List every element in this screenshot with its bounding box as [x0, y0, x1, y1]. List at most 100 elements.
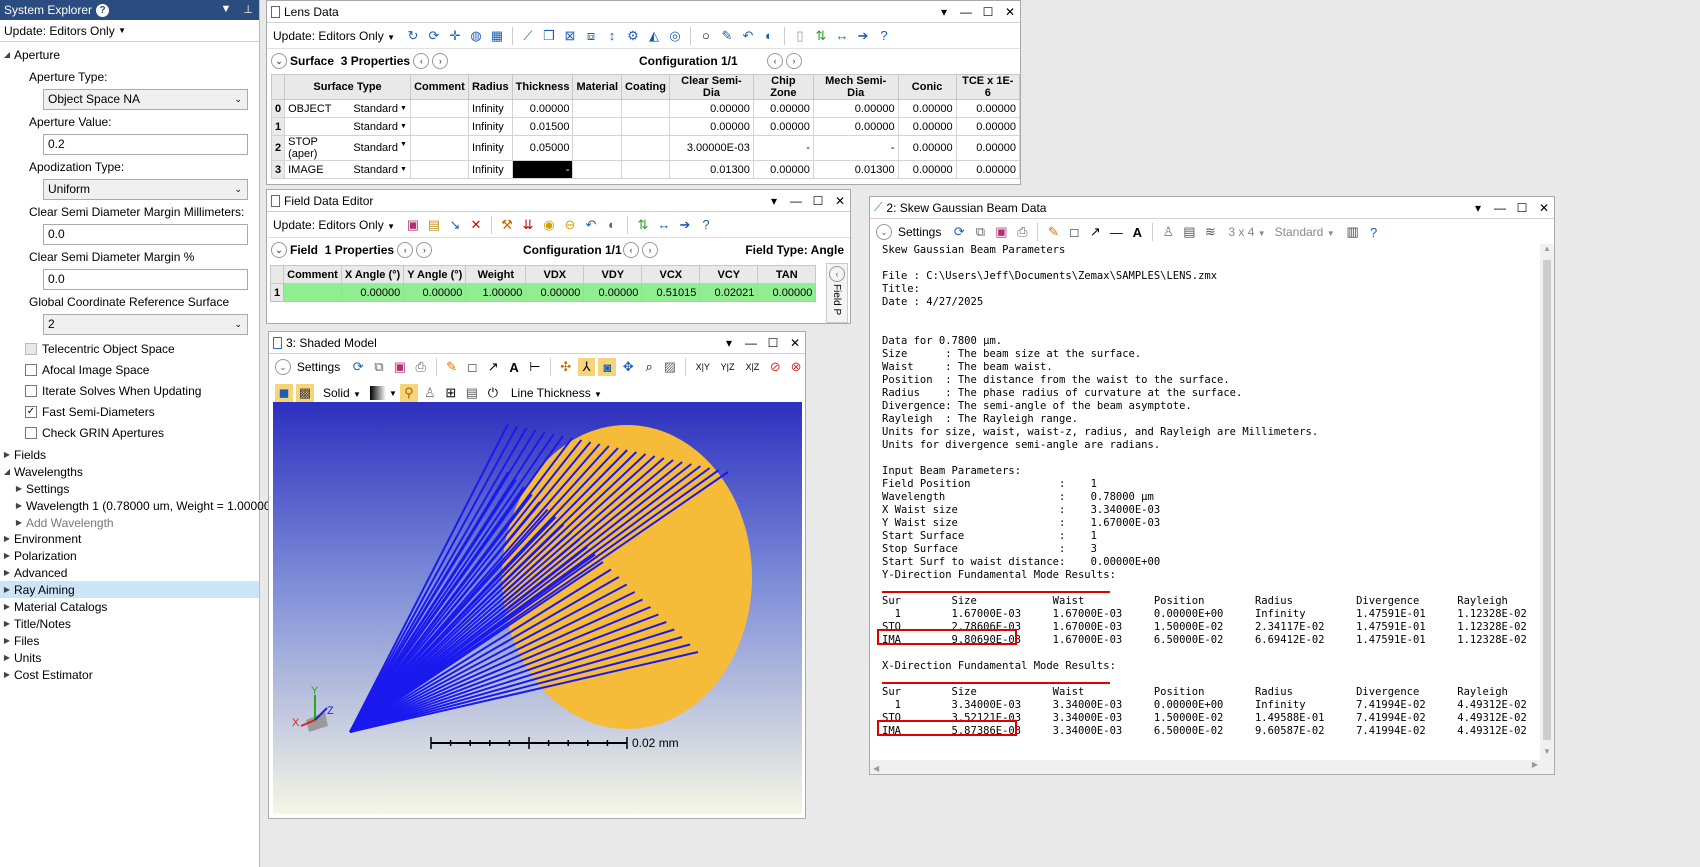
gcrs-select[interactable]: 2 ⌄ — [43, 314, 248, 335]
dropdown-icon[interactable]: ▼ — [400, 123, 407, 130]
table-cell[interactable]: 0.00000 — [583, 283, 643, 302]
chevron-right-icon[interactable]: › — [432, 53, 449, 69]
solid-dropdown[interactable]: Solid ▼ — [323, 386, 361, 400]
table-cell[interactable]: OBJECT — [284, 99, 351, 118]
scroll-up-icon[interactable]: ▲ — [1540, 244, 1554, 253]
shaded-settings-button[interactable]: Settings — [297, 360, 340, 374]
reset-icon[interactable]: ⊘ — [766, 358, 784, 376]
column-header[interactable]: Weight — [465, 265, 527, 284]
rotate-icon[interactable]: ✣ — [557, 358, 575, 376]
table-cell[interactable]: 0.00000 — [757, 283, 817, 302]
solid-shape-icon[interactable]: ▩ — [296, 384, 314, 402]
chevron-left-icon[interactable]: ‹ — [413, 53, 430, 69]
dimension-icon[interactable]: ⊢ — [526, 358, 544, 376]
maximize-icon[interactable]: ☐ — [982, 5, 994, 19]
fast-semi-diameters-checkbox[interactable]: ✓ Fast Semi-Diameters — [25, 405, 155, 419]
table-cell[interactable] — [621, 160, 670, 179]
chevron-right-icon[interactable]: › — [416, 242, 433, 258]
scroll-down-icon[interactable]: ▼ — [1540, 747, 1554, 756]
dropdown-icon[interactable]: ▼ — [221, 3, 232, 16]
pin-icon[interactable]: ⊥ — [243, 3, 253, 16]
table-cell[interactable]: 0.00000 — [669, 99, 754, 118]
table-cell[interactable]: 1 — [269, 283, 285, 302]
save-icon[interactable]: ▣ — [992, 223, 1010, 241]
reload-icon[interactable]: ↻ — [404, 27, 422, 45]
arrows-icon[interactable]: ↔ — [833, 27, 851, 45]
model-viewport[interactable]: Y X Z 0.02 mm — [273, 402, 802, 814]
swap-icon[interactable]: ⇅ — [634, 216, 652, 234]
minus-circle-icon[interactable]: ⊖ — [561, 216, 579, 234]
dropdown-icon[interactable]: ▼ — [400, 141, 407, 148]
column-header[interactable]: Comment — [283, 265, 342, 284]
table-cell[interactable]: 2 — [270, 135, 286, 161]
maximize-icon[interactable]: ☐ — [812, 194, 824, 208]
table-row[interactable]: 3 IMAGE Standard ▼ Infinity -0.01300 0.00000 0.… — [270, 160, 1021, 179]
chevron-down-icon[interactable]: ⌄ — [271, 53, 287, 69]
line-icon[interactable]: ↗ — [484, 358, 502, 376]
scroll-left-icon[interactable]: ◀ — [873, 764, 879, 773]
copy-icon[interactable]: ⧉ — [370, 358, 388, 376]
save-icon[interactable]: ▣ — [404, 216, 422, 234]
table-cell[interactable] — [621, 135, 670, 161]
maximize-icon[interactable]: ☐ — [767, 336, 779, 350]
help-icon[interactable]: ? — [875, 27, 893, 45]
column-header[interactable]: Coating — [621, 74, 670, 100]
column-header[interactable]: Y Angle (°) — [403, 265, 467, 284]
dropdown-icon[interactable]: ▾ — [768, 194, 780, 208]
open-icon[interactable]: ▤ — [425, 216, 443, 234]
scroll-thumb[interactable] — [1543, 260, 1551, 740]
rectangle-icon[interactable]: □ — [1065, 223, 1083, 241]
scroll-right-icon[interactable]: ▶ — [1532, 760, 1538, 769]
save-icon[interactable]: ▣ — [391, 358, 409, 376]
display-icon[interactable]: ▤ — [463, 384, 481, 402]
table-cell[interactable]: 0.00000 — [812, 117, 899, 136]
table-cell[interactable]: 0.00000 — [403, 283, 467, 302]
gaussian-settings-button[interactable]: Settings — [898, 225, 941, 239]
circle-icon[interactable]: ○ — [697, 27, 715, 45]
afocal-checkbox[interactable]: Afocal Image Space — [25, 363, 149, 377]
chevron-left-icon[interactable]: ‹ — [829, 266, 845, 282]
axis-arrows-icon[interactable]: ↕ — [603, 27, 621, 45]
pencil-icon[interactable]: ✎ — [443, 358, 461, 376]
table-cell[interactable]: Standard ▼ — [350, 135, 411, 161]
hline-icon[interactable]: — — [1107, 223, 1125, 241]
table-cell[interactable]: 0.00000 — [812, 99, 899, 118]
standard-dropdown[interactable]: Standard ▼ — [1275, 225, 1335, 239]
arrows-icon[interactable]: ↔ — [655, 216, 673, 234]
table-row[interactable]: 0 OBJECT Standard ▼ Infinity 0.00000 0.00000 0.… — [270, 99, 1021, 118]
table-cell[interactable]: 0.00000 — [669, 117, 754, 136]
solid-cube-icon[interactable]: ◼ — [275, 384, 293, 402]
tree-item[interactable]: ▶ Environment — [0, 530, 259, 547]
table-cell[interactable]: 0.00000 — [897, 117, 957, 136]
tree-item[interactable]: ▶ Units — [0, 649, 259, 666]
refresh-icon[interactable]: ⟳ — [950, 223, 968, 241]
line-icon[interactable]: ↗ — [1086, 223, 1104, 241]
table-cell[interactable] — [621, 99, 670, 118]
column-header[interactable]: Surface Type — [284, 74, 411, 100]
dropdown-icon[interactable]: ▾ — [723, 336, 735, 350]
view-xy-icon[interactable]: X|Y — [692, 358, 714, 376]
table-row[interactable]: 2 STOP (aper) Standard ▼ Infinity 0.05000 3.00… — [270, 135, 1021, 161]
map-icon[interactable]: ◭ — [645, 27, 663, 45]
swap-icon[interactable]: ⇅ — [812, 27, 830, 45]
chevron-down-icon[interactable]: ⌄ — [271, 242, 287, 258]
table-cell[interactable] — [572, 99, 623, 118]
camera-icon[interactable]: ◙ — [598, 358, 617, 376]
rectangle-icon[interactable]: □ — [463, 358, 481, 376]
window-icon[interactable]: ▤ — [1180, 223, 1198, 241]
table-cell[interactable] — [284, 117, 351, 136]
table-cell[interactable]: - — [812, 135, 899, 161]
column-header[interactable]: VCX — [641, 265, 701, 284]
chevron-down-icon[interactable]: ⌄ — [876, 224, 892, 240]
table-cell[interactable]: 0.00000 — [955, 135, 1021, 161]
close-icon[interactable]: ✕ — [1538, 201, 1550, 215]
csd-mm-input[interactable]: 0.0 — [43, 224, 248, 245]
update-dropdown[interactable]: Update: Editors Only ▼ — [0, 20, 259, 42]
tree-item[interactable]: ▶ Material Catalogs — [0, 598, 259, 615]
globe-icon[interactable]: ◍ — [467, 27, 485, 45]
view-xz-icon[interactable]: X|Z — [741, 358, 763, 376]
line-thickness-dropdown[interactable]: Line Thickness ▼ — [511, 386, 602, 400]
table-cell[interactable]: Infinity — [467, 99, 513, 118]
table-cell[interactable] — [409, 160, 469, 179]
table-cell[interactable]: 0.00000 — [511, 99, 574, 118]
